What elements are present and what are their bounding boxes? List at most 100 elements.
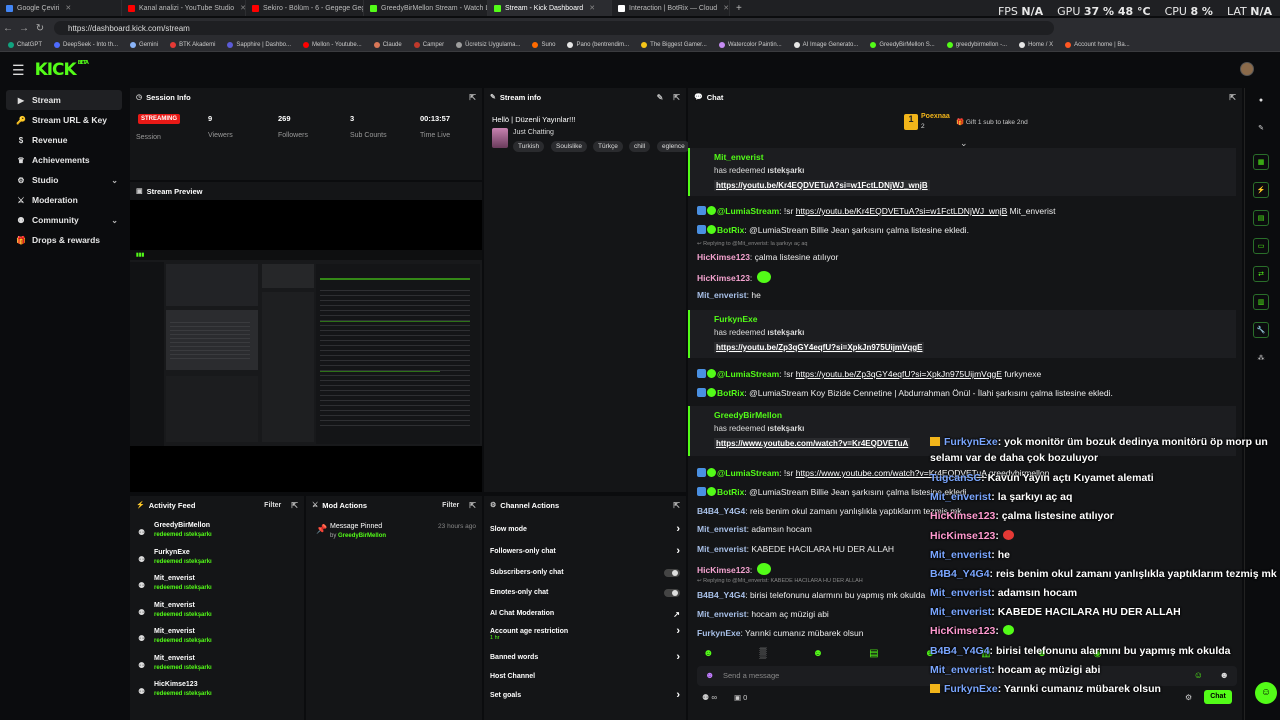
mod-filter-button[interactable]: Filter	[442, 502, 459, 509]
redeem-user[interactable]: FurkynExe	[714, 314, 757, 324]
chat-username[interactable]: Mit_enverist	[697, 524, 747, 534]
bookmark-item[interactable]: greedybirmellon -...	[946, 41, 1007, 48]
chat-username[interactable]: B4B4_Y4G4	[697, 506, 745, 516]
bookmark-item[interactable]: Claude	[373, 41, 402, 48]
bookmark-item[interactable]: Watercolor Paintin...	[718, 41, 782, 48]
menu-icon[interactable]: ☰	[12, 62, 25, 79]
activity-user[interactable]: HicKimse123	[154, 681, 198, 688]
chat-settings-icon[interactable]: ⚙	[1185, 693, 1192, 702]
chat-username[interactable]: Mit_enverist	[697, 609, 747, 619]
toggle-switch[interactable]	[664, 589, 680, 597]
chat-username[interactable]: BotRix	[717, 225, 744, 235]
browser-tab[interactable]: Kanal analizi - YouTube Studio ✕	[122, 0, 246, 16]
help-chat-icon[interactable]: ☺	[1255, 682, 1277, 704]
url-input[interactable]: https://dashboard.kick.com/stream	[54, 21, 1054, 35]
sidebar-item-revenue[interactable]: $ Revenue	[6, 130, 122, 150]
stream-tag[interactable]: eglence	[657, 141, 690, 152]
channel-action-account-age-restriction[interactable]: Account age restriction 1 hr ›	[490, 625, 680, 641]
bookmark-item[interactable]: Home / X	[1019, 41, 1053, 48]
chat-username[interactable]: FurkynExe	[697, 628, 740, 638]
activity-user[interactable]: Mit_enverist	[154, 655, 195, 662]
reload-icon[interactable]: ↻	[32, 23, 48, 34]
popout-icon[interactable]: ⇱	[291, 501, 298, 510]
popout-icon[interactable]: ⇱	[673, 501, 680, 510]
chevron-right-icon[interactable]: ›	[676, 523, 680, 535]
stack-icon[interactable]: ▥	[1253, 294, 1269, 310]
qr-icon[interactable]: ▦	[1253, 154, 1269, 170]
browser-tab[interactable]: Stream - Kick Dashboard ✕	[488, 0, 612, 16]
forward-icon[interactable]: →	[16, 23, 32, 34]
bookmark-item[interactable]: Gemini	[130, 41, 158, 48]
chevron-right-icon[interactable]: ›	[676, 545, 680, 557]
sidebar-item-moderation[interactable]: ⚔ Moderation	[6, 190, 122, 210]
chevron-down-icon[interactable]: ⌄	[111, 176, 118, 185]
redeem-link[interactable]: https://youtu.be/Kr4EQDVETuA?si=w1FctLDN…	[714, 180, 930, 191]
send-chat-button[interactable]: Chat	[1204, 690, 1232, 704]
redeem-user[interactable]: GreedyBirMellon	[714, 410, 782, 420]
channel-action-ai-chat-moderation[interactable]: AI Chat Moderation ↗	[490, 610, 680, 619]
redeem-link[interactable]: https://www.youtube.com/watch?v=Kr4EQDVE…	[714, 438, 911, 449]
sidebar-item-stream[interactable]: ▶ Stream	[6, 90, 122, 110]
external-link-icon[interactable]: ↗	[673, 610, 680, 619]
message-icon[interactable]: ▭	[1253, 238, 1269, 254]
chat-username[interactable]: Mit_enverist	[697, 290, 747, 300]
stream-tag[interactable]: chill	[629, 141, 651, 152]
pen-icon[interactable]: ✎	[1253, 120, 1269, 136]
sidebar-item-studio[interactable]: ⚙ Studio ⌄	[6, 170, 122, 190]
stream-tag[interactable]: Türkçe	[593, 141, 623, 152]
bookmark-item[interactable]: Ücretsiz Uygulama...	[456, 41, 520, 48]
back-icon[interactable]: ←	[0, 23, 16, 34]
chat-link[interactable]: https://youtu.be/Kr4EQDVETuA?si=w1FctLDN…	[796, 206, 1008, 216]
chat-username[interactable]: @LumiaStream	[717, 468, 779, 478]
share-icon[interactable]: ⁂	[1253, 350, 1269, 366]
stream-tag[interactable]: Turkish	[513, 141, 545, 152]
channel-action-subscribers-only-chat[interactable]: Subscribers-only chat	[490, 569, 680, 577]
bookmark-item[interactable]: AI Image Generato...	[793, 41, 858, 48]
activity-user[interactable]: Mit_enverist	[154, 575, 195, 582]
emoji-icon[interactable]: ☻	[1220, 670, 1229, 680]
chat-users-icon[interactable]: ⚉ ∞	[702, 693, 717, 702]
sidebar-item-drops-rewards[interactable]: 🎁 Drops & rewards	[6, 230, 122, 250]
sidebar-item-achievements[interactable]: ♛ Achievements	[6, 150, 122, 170]
lightning-icon[interactable]: ⚡	[1253, 182, 1269, 198]
bookmark-item[interactable]: BTK Akademi	[170, 41, 215, 48]
bookmark-item[interactable]: Pano (bentrendim...	[567, 41, 629, 48]
bookmark-item[interactable]: Mellon - Youtube...	[303, 41, 362, 48]
close-tab-icon[interactable]: ✕	[723, 4, 729, 12]
sidebar-item-stream-url-key[interactable]: 🔑 Stream URL & Key	[6, 110, 122, 130]
preview-video-frame[interactable]: ▮▮▮	[130, 250, 482, 446]
chat-username[interactable]: B4B4_Y4G4	[697, 590, 745, 600]
channel-action-emotes-only-chat[interactable]: Emotes-only chat	[490, 589, 680, 597]
browser-tab[interactable]: Google Çeviri ✕	[0, 0, 122, 16]
wrench-icon[interactable]: 🔧	[1253, 322, 1269, 338]
chat-username[interactable]: HicKimse123	[697, 273, 750, 283]
edit-icon[interactable]: ✎	[657, 93, 664, 102]
browser-tab[interactable]: Sekiro - Bölüm - 6 - Gegege Gege - ✕	[246, 0, 364, 16]
popout-icon[interactable]: ⇱	[673, 93, 680, 102]
bookmark-item[interactable]: GreedyBirMellon S...	[870, 41, 935, 48]
popout-icon[interactable]: ⇱	[469, 93, 476, 102]
clipboard-icon[interactable]: ▤	[1253, 210, 1269, 226]
kick-logo[interactable]: KICK BETA	[35, 60, 89, 80]
gift-sub-text[interactable]: 🎁 Gift 1 sub to take 2nd	[956, 118, 1028, 126]
popout-icon[interactable]: ⇱	[1229, 93, 1236, 102]
chevron-down-icon[interactable]: ⌄	[111, 216, 118, 225]
chat-username[interactable]: BotRix	[717, 487, 744, 497]
toggle-switch[interactable]	[664, 569, 680, 577]
popout-icon[interactable]: ⇱	[469, 501, 476, 510]
bookmark-item[interactable]: Camper	[413, 41, 444, 48]
activity-user[interactable]: FurkynExe	[154, 549, 190, 556]
chat-link[interactable]: https://youtu.be/Zp3qGY4eqfU?si=XpkJn975…	[796, 369, 1002, 379]
activity-user[interactable]: Mit_enverist	[154, 602, 195, 609]
channel-action-slow-mode[interactable]: Slow mode ›	[490, 523, 680, 535]
activity-filter-button[interactable]: Filter	[264, 502, 281, 509]
channel-action-set-goals[interactable]: Set goals ›	[490, 689, 680, 701]
chevron-right-icon[interactable]: ›	[676, 651, 680, 663]
chat-username[interactable]: HicKimse123	[697, 252, 750, 262]
chevron-right-icon[interactable]: ›	[676, 689, 680, 701]
activity-user[interactable]: Mit_enverist	[154, 628, 195, 635]
info-icon[interactable]: ●	[1253, 92, 1269, 108]
chat-username[interactable]: BotRix	[717, 388, 744, 398]
activity-user[interactable]: GreedyBirMellon	[154, 522, 210, 529]
stream-preview[interactable]: ▮▮▮	[130, 200, 482, 492]
